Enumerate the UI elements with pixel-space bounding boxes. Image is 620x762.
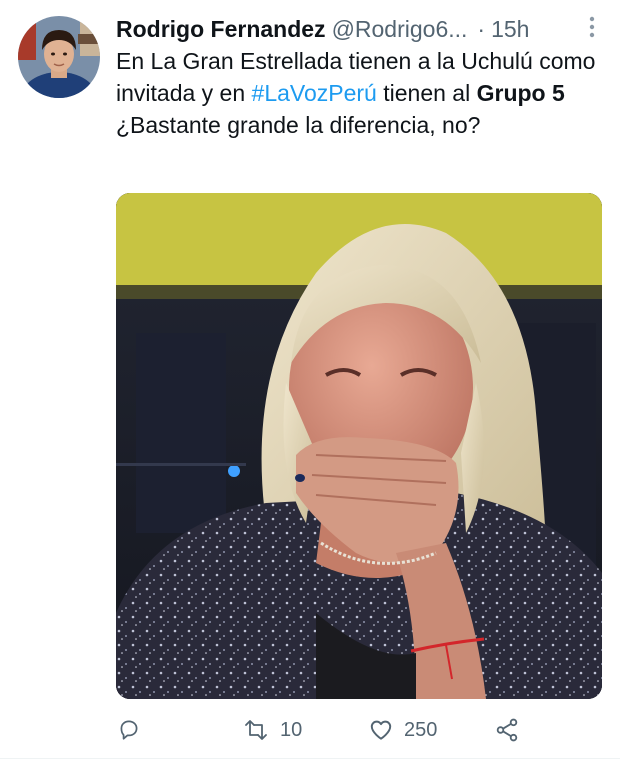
avatar-photo <box>18 16 100 98</box>
hashtag-link[interactable]: #LaVozPerú <box>252 80 377 106</box>
tweet-text-part2: tienen al <box>376 80 477 106</box>
heart-icon <box>370 720 392 740</box>
retweet-count: 10 <box>280 718 303 741</box>
share-icon <box>496 718 518 742</box>
tweet-actions: 10 250 <box>116 712 606 748</box>
tweet-text-bold: Grupo 5 <box>476 80 565 106</box>
header-separator: · <box>477 15 486 42</box>
retweet-icon <box>245 720 267 740</box>
author-handle[interactable]: @Rodrigo6... <box>332 16 468 43</box>
tweet-text-part3: ¿Bastante grande la diferencia, no? <box>116 112 481 138</box>
author-display-name[interactable]: Rodrigo Fernandez <box>116 16 326 43</box>
more-button[interactable] <box>578 12 606 42</box>
share-button[interactable] <box>494 712 520 748</box>
retweet-button[interactable]: 10 <box>242 712 302 748</box>
tweet-card[interactable]: Rodrigo Fernandez @Rodrigo6... · 15h En … <box>0 0 620 762</box>
reply-button[interactable] <box>116 712 142 748</box>
tweet-media-image[interactable] <box>116 193 602 699</box>
more-icon <box>589 16 595 38</box>
tweet-text: En La Gran Estrellada tienen a la Uchulú… <box>116 45 606 141</box>
tweet-timestamp[interactable]: 15h <box>491 16 529 43</box>
tweet-divider <box>0 758 620 759</box>
like-button[interactable]: 250 <box>368 712 437 748</box>
reply-icon <box>120 720 138 740</box>
avatar[interactable] <box>18 16 100 98</box>
media-photo <box>116 193 602 699</box>
tweet-header: Rodrigo Fernandez @Rodrigo6... · 15h <box>116 12 606 46</box>
like-count: 250 <box>404 718 438 741</box>
